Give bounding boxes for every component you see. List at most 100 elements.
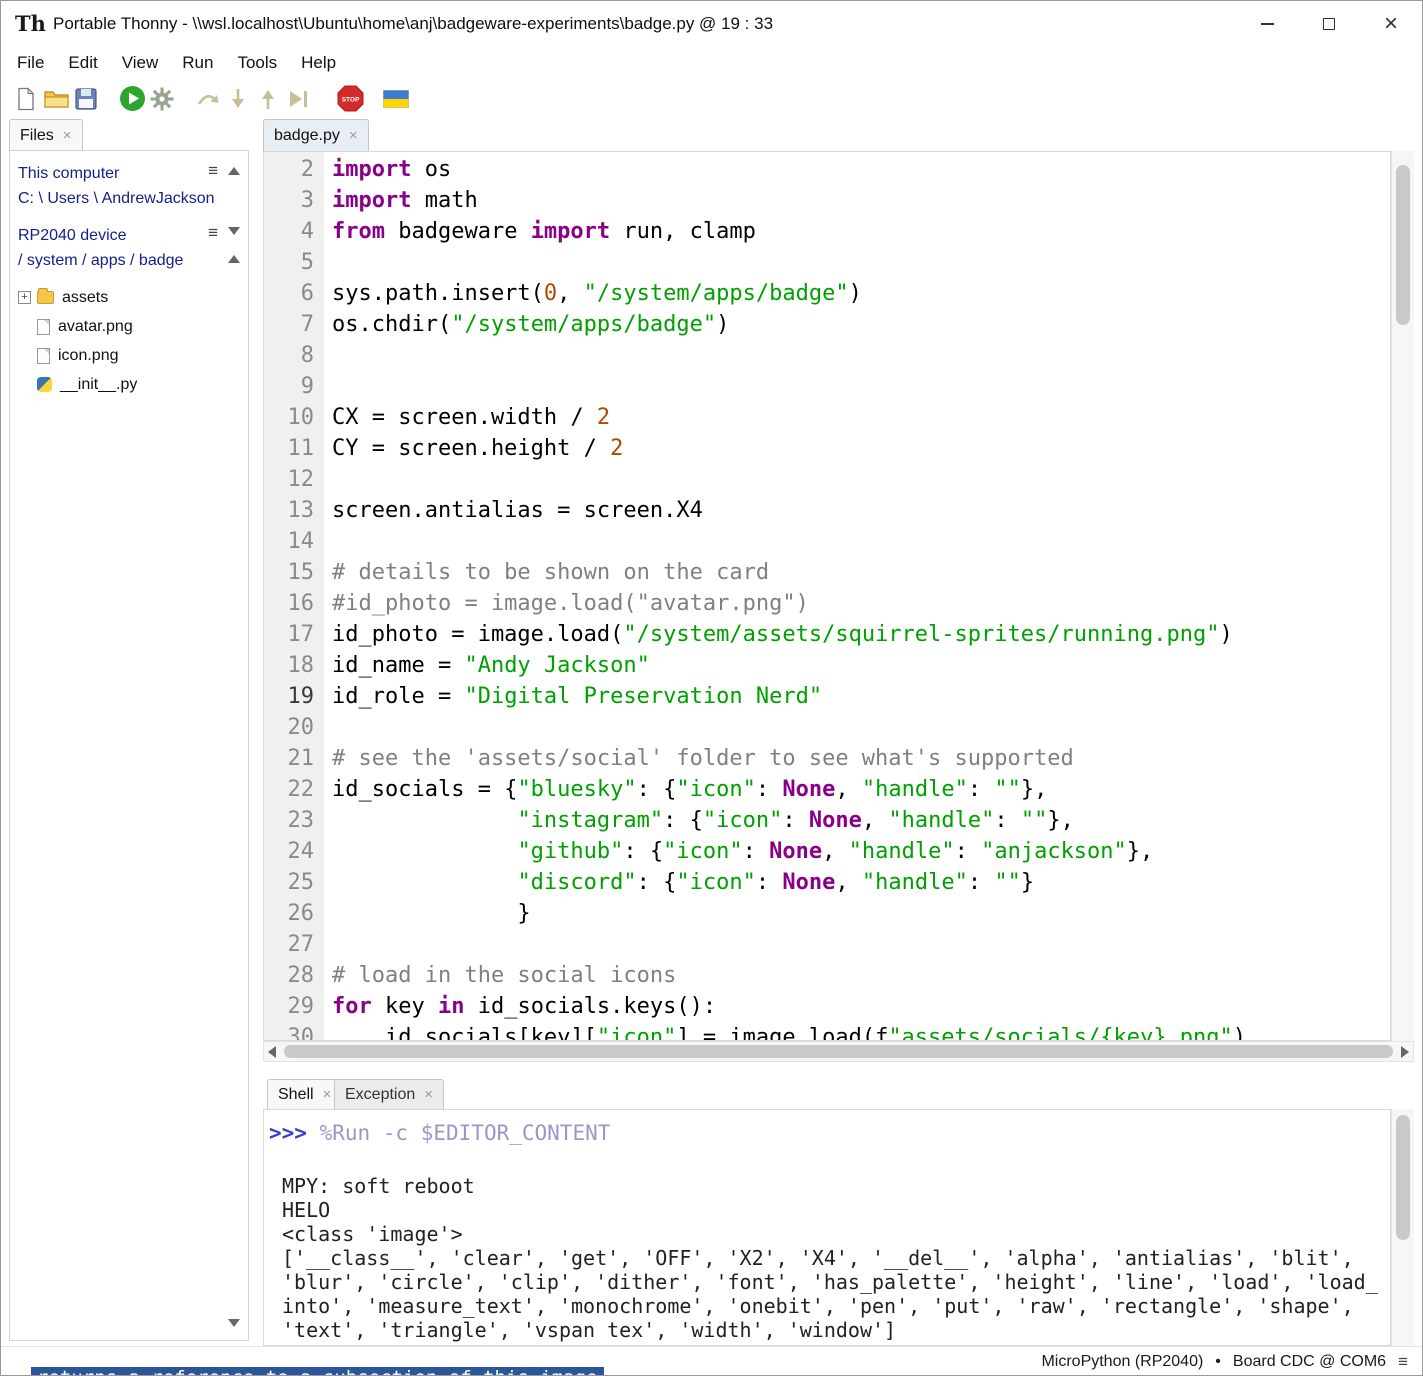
code-line[interactable]: screen.antialias = screen.X4 xyxy=(332,495,1390,526)
shell-line: <class 'image'> xyxy=(269,1222,1384,1246)
tree-item-label: __init__.py xyxy=(60,376,137,394)
stop-button[interactable]: STOP xyxy=(335,83,365,115)
editor-hscrollbar[interactable] xyxy=(263,1041,1414,1062)
shell-tab-close-icon[interactable]: × xyxy=(323,1087,332,1102)
step-over-button[interactable] xyxy=(193,83,223,115)
code-line[interactable] xyxy=(332,464,1390,495)
code-line[interactable]: import os xyxy=(332,154,1390,185)
ukraine-flag-button[interactable] xyxy=(381,83,411,115)
editor-hscrollbar-thumb[interactable] xyxy=(284,1045,1393,1058)
code-line[interactable]: CY = screen.height / 2 xyxy=(332,433,1390,464)
code-line[interactable]: # load in the social icons xyxy=(332,960,1390,991)
line-number: 8 xyxy=(264,340,314,371)
tree-item-assets[interactable]: + assets xyxy=(18,283,218,312)
code-line[interactable]: os.chdir("/system/apps/badge") xyxy=(332,309,1390,340)
code-line[interactable]: } xyxy=(332,898,1390,929)
code-line[interactable]: #id_photo = image.load("avatar.png") xyxy=(332,588,1390,619)
computer-path[interactable]: C: \ Users \ AndrewJackson xyxy=(18,186,216,211)
device-path[interactable]: / system / apps / badge xyxy=(18,248,216,273)
code-line[interactable]: "discord": {"icon": None, "handle": ""} xyxy=(332,867,1390,898)
line-number: 6 xyxy=(264,278,314,309)
code-line[interactable]: for key in id_socials.keys(): xyxy=(332,991,1390,1022)
save-file-button[interactable] xyxy=(71,83,101,115)
statusbar-menu-icon[interactable]: ≡ xyxy=(1398,1352,1408,1372)
minimize-button[interactable] xyxy=(1236,1,1298,46)
code-line[interactable]: sys.path.insert(0, "/system/apps/badge") xyxy=(332,278,1390,309)
files-tab-close-icon[interactable]: × xyxy=(63,128,72,143)
device-scroll-down-icon[interactable] xyxy=(228,1319,240,1327)
code-line[interactable]: id_socials[key]["icon"] = image.load(f"a… xyxy=(332,1022,1390,1040)
resume-button[interactable] xyxy=(283,83,313,115)
code-line[interactable]: id_role = "Digital Preservation Nerd" xyxy=(332,681,1390,712)
menu-edit[interactable]: Edit xyxy=(56,49,109,77)
open-file-button[interactable] xyxy=(41,83,71,115)
exception-tab-close-icon[interactable]: × xyxy=(424,1087,433,1102)
code-line[interactable] xyxy=(332,340,1390,371)
editor-code[interactable]: import osimport mathfrom badgeware impor… xyxy=(324,152,1390,1040)
file-icon xyxy=(37,319,50,335)
code-line[interactable]: id_photo = image.load("/system/assets/sq… xyxy=(332,619,1390,650)
this-computer-label[interactable]: This computer xyxy=(18,161,119,186)
close-button[interactable]: × xyxy=(1360,1,1422,46)
code-line[interactable] xyxy=(332,712,1390,743)
menu-help[interactable]: Help xyxy=(289,49,348,77)
files-device-menu-icon[interactable]: ≡ xyxy=(208,223,218,243)
editor[interactable]: 2345678910111213141516171819202122232425… xyxy=(263,151,1391,1041)
expand-icon[interactable]: + xyxy=(18,291,31,304)
code-line[interactable]: "instagram": {"icon": None, "handle": ""… xyxy=(332,805,1390,836)
tab-files[interactable]: Files × xyxy=(9,119,83,151)
menu-view[interactable]: View xyxy=(110,49,171,77)
shell-output[interactable]: >>> %Run -c $EDITOR_CONTENT MPY: soft re… xyxy=(263,1109,1391,1346)
debug-script-button[interactable] xyxy=(147,83,177,115)
editor-tab-close-icon[interactable]: × xyxy=(349,128,358,143)
device-label[interactable]: RP2040 device xyxy=(18,223,127,248)
code-line[interactable]: "github": {"icon": None, "handle": "anja… xyxy=(332,836,1390,867)
code-line[interactable] xyxy=(332,526,1390,557)
tree-item--init-py[interactable]: __init__.py xyxy=(18,370,218,399)
run-script-button[interactable] xyxy=(117,83,147,115)
device-scroll-up-icon[interactable] xyxy=(228,255,240,263)
editor-vscrollbar[interactable] xyxy=(1391,151,1414,1041)
tab-shell[interactable]: Shell × xyxy=(267,1079,342,1109)
tree-item-icon-png[interactable]: icon.png xyxy=(18,341,218,370)
code-line[interactable] xyxy=(332,929,1390,960)
minimize-icon xyxy=(1261,23,1274,25)
hscroll-right-icon[interactable] xyxy=(1401,1046,1409,1058)
code-line[interactable]: CX = screen.width / 2 xyxy=(332,402,1390,433)
hscroll-left-icon[interactable] xyxy=(268,1046,276,1058)
line-number: 5 xyxy=(264,247,314,278)
tree-item-avatar-png[interactable]: avatar.png xyxy=(18,312,218,341)
scroll-up-icon[interactable] xyxy=(228,167,240,175)
folder-icon xyxy=(37,291,54,304)
code-line[interactable]: id_name = "Andy Jackson" xyxy=(332,650,1390,681)
maximize-button[interactable] xyxy=(1298,1,1360,46)
step-out-button[interactable] xyxy=(253,83,283,115)
code-line[interactable]: # see the 'assets/social' folder to see … xyxy=(332,743,1390,774)
interpreter-label[interactable]: MicroPython (RP2040) xyxy=(1041,1353,1203,1371)
line-number: 25 xyxy=(264,867,314,898)
files-computer-menu-icon[interactable]: ≡ xyxy=(208,161,218,181)
editor-vscrollbar-thumb[interactable] xyxy=(1396,165,1410,325)
shell-vscrollbar[interactable] xyxy=(1391,1109,1414,1346)
line-number: 16 xyxy=(264,588,314,619)
scroll-down-icon[interactable] xyxy=(228,227,240,235)
menu-file[interactable]: File xyxy=(5,49,56,77)
step-into-button[interactable] xyxy=(223,83,253,115)
code-line[interactable] xyxy=(332,371,1390,402)
tree-item-label: assets xyxy=(62,289,108,307)
code-line[interactable]: from badgeware import run, clamp xyxy=(332,216,1390,247)
run-icon xyxy=(119,85,146,112)
menubar: File Edit View Run Tools Help xyxy=(1,46,1422,79)
new-file-button[interactable] xyxy=(11,83,41,115)
menu-tools[interactable]: Tools xyxy=(225,49,289,77)
code-line[interactable]: # details to be shown on the card xyxy=(332,557,1390,588)
tab-badge-py[interactable]: badge.py × xyxy=(263,119,369,151)
tab-exception[interactable]: Exception × xyxy=(334,1079,444,1109)
line-number: 15 xyxy=(264,557,314,588)
menu-run[interactable]: Run xyxy=(170,49,225,77)
code-line[interactable]: import math xyxy=(332,185,1390,216)
shell-vscrollbar-thumb[interactable] xyxy=(1396,1115,1410,1240)
port-label[interactable]: Board CDC @ COM6 xyxy=(1233,1353,1386,1371)
code-line[interactable]: id_socials = {"bluesky": {"icon": None, … xyxy=(332,774,1390,805)
code-line[interactable] xyxy=(332,247,1390,278)
